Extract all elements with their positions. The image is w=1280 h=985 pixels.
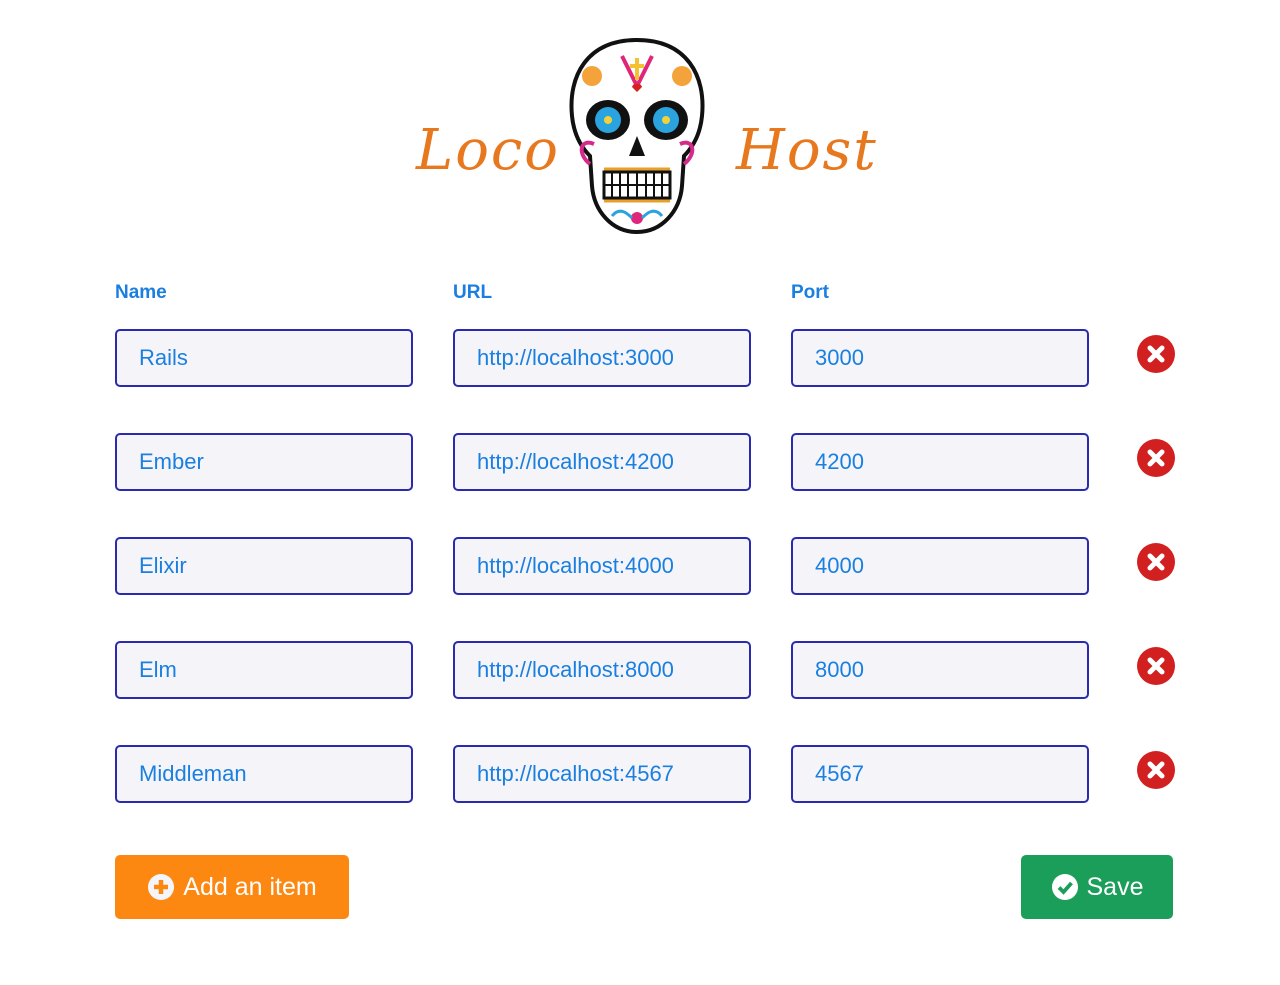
- item-row: [0, 433, 1280, 495]
- url-input[interactable]: [453, 641, 751, 699]
- logo-text-loco: Loco: [416, 118, 560, 183]
- name-input[interactable]: [115, 745, 413, 803]
- logo-text-host: Host: [736, 118, 878, 183]
- times-circle-icon: [1147, 657, 1165, 675]
- item-row: [0, 641, 1280, 703]
- column-label-name: Name: [115, 282, 167, 303]
- times-circle-icon: [1147, 553, 1165, 571]
- logo: Loco Host: [410, 30, 890, 240]
- name-input[interactable]: [115, 641, 413, 699]
- delete-item-button[interactable]: [1137, 439, 1175, 477]
- add-item-button[interactable]: Add an item: [115, 855, 349, 919]
- save-label: Save: [1086, 872, 1144, 901]
- name-input[interactable]: [115, 433, 413, 491]
- delete-item-button[interactable]: [1137, 335, 1175, 373]
- sugar-skull-icon: [569, 37, 705, 235]
- item-row: [0, 329, 1280, 391]
- url-input[interactable]: [453, 537, 751, 595]
- times-circle-icon: [1147, 761, 1165, 779]
- port-input[interactable]: [791, 745, 1089, 803]
- add-item-label: Add an item: [183, 872, 317, 901]
- item-row: [0, 745, 1280, 807]
- name-input[interactable]: [115, 537, 413, 595]
- item-row: [0, 537, 1280, 599]
- port-input[interactable]: [791, 329, 1089, 387]
- delete-item-button[interactable]: [1137, 647, 1175, 685]
- name-input[interactable]: [115, 329, 413, 387]
- delete-item-button[interactable]: [1137, 751, 1175, 789]
- url-input[interactable]: [453, 329, 751, 387]
- check-circle-icon: [1051, 874, 1078, 900]
- column-label-url: URL: [453, 282, 493, 303]
- times-circle-icon: [1147, 449, 1165, 467]
- port-input[interactable]: [791, 537, 1089, 595]
- column-label-port: Port: [791, 282, 829, 303]
- port-input[interactable]: [791, 433, 1089, 491]
- save-button[interactable]: Save: [1021, 855, 1173, 919]
- times-circle-icon: [1147, 345, 1165, 363]
- url-input[interactable]: [453, 433, 751, 491]
- plus-circle-icon: [148, 874, 175, 900]
- port-input[interactable]: [791, 641, 1089, 699]
- delete-item-button[interactable]: [1137, 543, 1175, 581]
- url-input[interactable]: [453, 745, 751, 803]
